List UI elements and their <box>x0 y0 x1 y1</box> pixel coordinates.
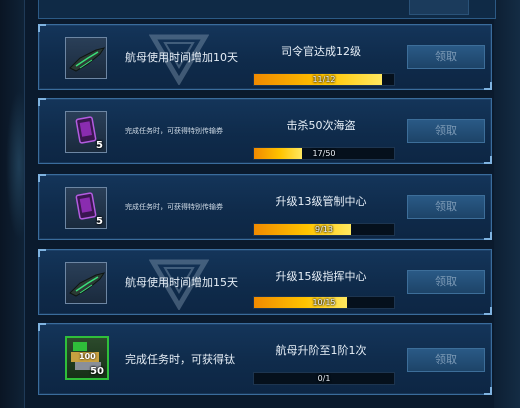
progress-text: 9/13 <box>315 225 333 234</box>
progress-bar: 17/50 <box>253 147 395 160</box>
claim-button[interactable]: 领取 <box>407 119 485 143</box>
claim-button[interactable]: 领取 <box>407 348 485 372</box>
progress-bar: 10/15 <box>253 296 395 309</box>
task-title: 航母升阶至1阶1次 <box>275 344 367 357</box>
progress-text: 0/1 <box>317 374 331 383</box>
claim-button[interactable]: 领取 <box>407 270 485 294</box>
task-row: 5 完成任务时，可获得特别传输券 升级13级管制中心 9/13 领取 <box>38 174 492 240</box>
task-row: 5 完成任务时，可获得特别传输券 击杀50次海盗 17/50 领取 <box>38 98 492 164</box>
carrier-ship-icon[interactable] <box>65 262 107 304</box>
task-title: 击杀50次海盗 <box>286 119 356 132</box>
task-title: 司令官达成12级 <box>281 45 361 58</box>
carrier-ship-icon[interactable] <box>65 37 107 79</box>
task-row: 100 50 完成任务时，可获得钛 航母升阶至1阶1次 0/1 领取 <box>38 323 492 395</box>
progress-bar: 9/13 <box>253 223 395 236</box>
claim-button[interactable]: 领取 <box>407 195 485 219</box>
progress-text: 11/12 <box>312 75 336 84</box>
task-row: 航母使用时间增加15天 升级15级指挥中心 10/15 领取 <box>38 249 492 315</box>
titanium-resource-icon[interactable]: 100 50 <box>65 336 109 380</box>
task-row: 航母使用时间增加10天 司令官达成12级 11/12 领取 <box>38 24 492 90</box>
transfer-ticket-icon[interactable]: 5 <box>65 187 107 229</box>
progress-bar: 11/12 <box>253 73 395 86</box>
progress-text: 10/15 <box>312 298 336 307</box>
progress-bar: 0/1 <box>253 372 395 385</box>
transfer-ticket-icon[interactable]: 5 <box>65 111 107 153</box>
claim-button[interactable]: 领取 <box>407 45 485 69</box>
task-title: 升级13级管制中心 <box>275 195 367 208</box>
reward-quantity: 5 <box>96 216 103 227</box>
task-row-partial <box>38 0 496 19</box>
reward-quantity: 50 <box>90 366 104 377</box>
reward-quantity: 5 <box>96 140 103 151</box>
progress-text: 17/50 <box>312 149 336 158</box>
scrollbar-track[interactable] <box>494 0 520 408</box>
reward-badge: 100 <box>79 352 96 361</box>
task-title: 升级15级指挥中心 <box>275 270 367 283</box>
